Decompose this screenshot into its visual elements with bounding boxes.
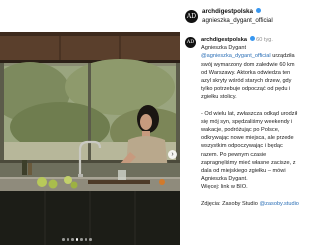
post-photo[interactable]: › bbox=[0, 32, 180, 245]
account-name[interactable]: archdigestpolska bbox=[202, 8, 261, 15]
caption-credit: Zdjęcia: Zasoby Studio bbox=[201, 200, 260, 207]
verified-badge-icon bbox=[255, 8, 261, 13]
credit-mention[interactable]: @zasoby.studio bbox=[259, 201, 298, 207]
caption-paragraph-1: urządziła swój wymarzony dom zaledwie 60… bbox=[201, 53, 295, 101]
account-avatar[interactable]: AD bbox=[185, 10, 198, 23]
caption-link-line: Więcej: link w BIO. bbox=[201, 184, 248, 191]
caption-avatar[interactable]: AD bbox=[185, 37, 196, 48]
carousel-dot bbox=[62, 238, 65, 241]
next-slide-button[interactable]: › bbox=[168, 150, 177, 159]
post-timestamp[interactable]: 60 tyg. bbox=[256, 37, 273, 43]
caption-name-line: Agnieszka Dygant bbox=[201, 45, 247, 52]
carousel-dot bbox=[71, 238, 74, 241]
carousel-dot-active bbox=[75, 238, 78, 241]
carousel-dot bbox=[80, 238, 83, 241]
carousel-dot bbox=[89, 238, 92, 241]
caption-quote: - Od wielu lat, zwłaszcza odkąd urodził … bbox=[201, 110, 298, 183]
kitchen-photo-illustration bbox=[0, 32, 180, 245]
chevron-right-icon: › bbox=[171, 151, 174, 158]
caption-username[interactable]: archdigestpolska bbox=[201, 37, 247, 43]
collab-account[interactable]: agnieszka_dygant_official bbox=[202, 17, 273, 24]
post-caption: AD archdigestpolska 60 tyg. Agnieszka Dy… bbox=[183, 34, 300, 250]
account-username[interactable]: archdigestpolska bbox=[202, 8, 253, 15]
verified-badge-icon bbox=[249, 36, 255, 41]
caption-mention[interactable]: @agnieszka_dygant_official bbox=[201, 53, 271, 59]
carousel-dot bbox=[66, 238, 69, 241]
carousel-dot bbox=[84, 238, 87, 241]
carousel-indicator bbox=[62, 238, 92, 242]
post-header: AD archdigestpolska agnieszka_dygant_off… bbox=[0, 0, 300, 32]
caption-text: archdigestpolska 60 tyg. Agnieszka Dygan… bbox=[201, 36, 300, 208]
